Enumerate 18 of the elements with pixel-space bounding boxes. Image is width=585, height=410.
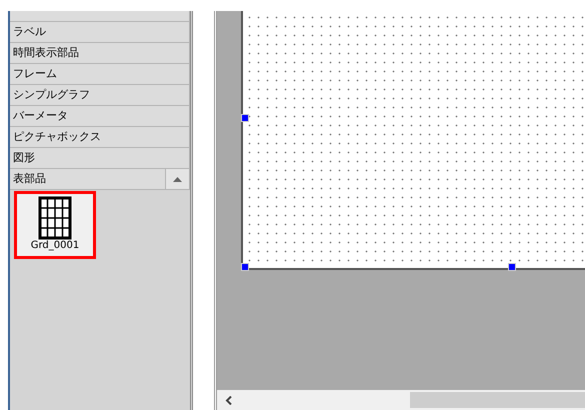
- category-header[interactable]: 時間表示部品: [10, 43, 189, 63]
- category-header[interactable]: ラベル: [10, 22, 189, 42]
- resize-handle[interactable]: [508, 263, 516, 271]
- chevron-left-icon: [225, 396, 232, 404]
- resize-handle[interactable]: [241, 114, 249, 122]
- category-header[interactable]: ピクチャボックス: [10, 127, 189, 147]
- collapse-button[interactable]: [165, 169, 189, 189]
- category-header[interactable]: バーメータ: [10, 106, 189, 126]
- table-grid-icon: [38, 196, 72, 240]
- resize-handle[interactable]: [241, 263, 249, 271]
- category-header[interactable]: 図形: [10, 148, 189, 168]
- category-header[interactable]: シンプルグラフ: [10, 85, 189, 105]
- up-triangle-icon: [173, 176, 182, 182]
- item-label: Grd_0001: [30, 240, 80, 252]
- palette-item[interactable]: Grd_0001: [14, 191, 96, 259]
- grid-canvas[interactable]: [241, 11, 585, 270]
- category-header[interactable]: フレーム: [10, 64, 189, 84]
- scrollbar-thumb[interactable]: [410, 392, 585, 408]
